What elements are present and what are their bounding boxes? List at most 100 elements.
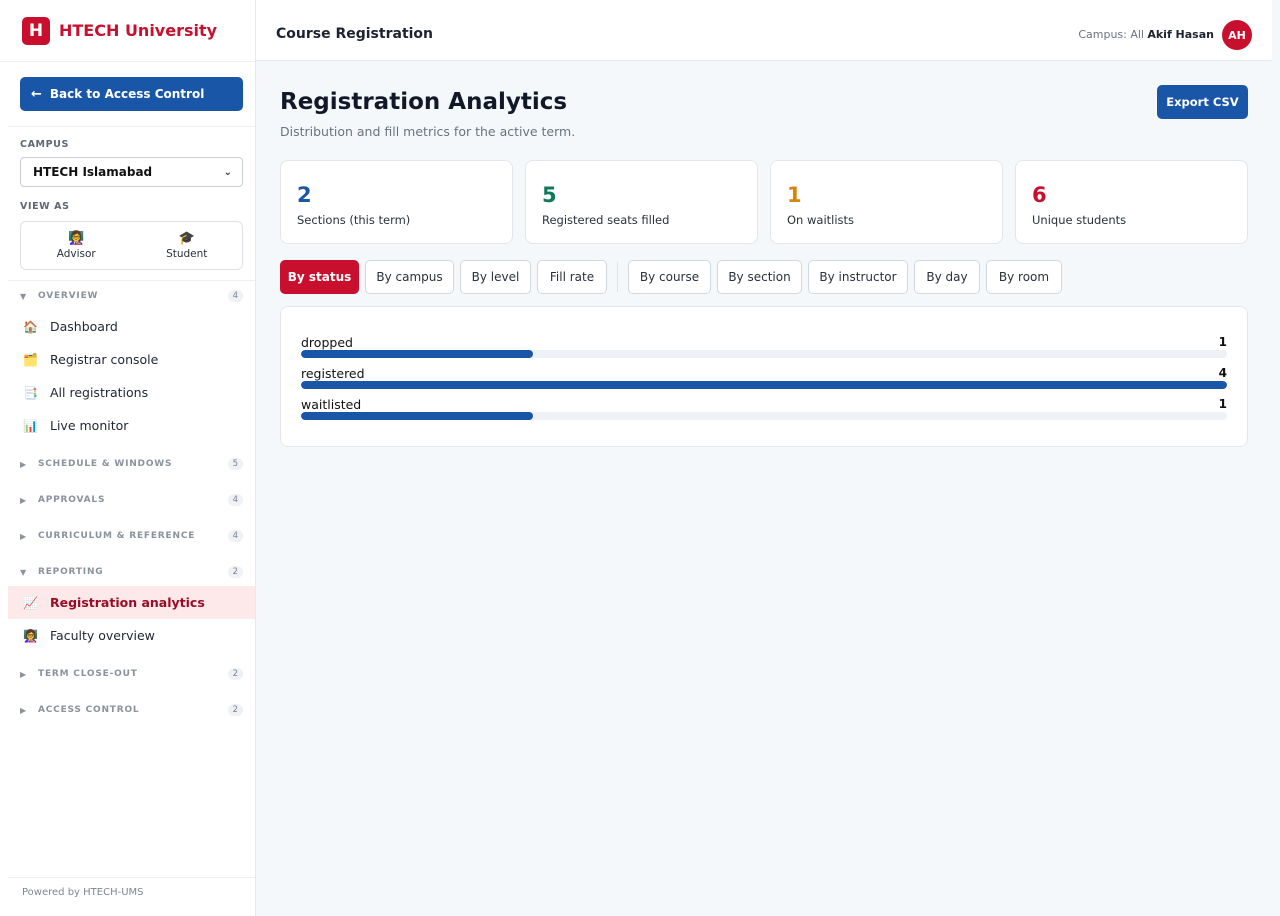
sidebar-item-registration-analytics[interactable]: 📈 Registration analytics xyxy=(8,586,255,619)
bar-row: dropped 1 xyxy=(301,335,1227,361)
nav-group-access-control[interactable]: ▶ ACCESS CONTROL 2 xyxy=(20,702,243,718)
document-icon: 📑 xyxy=(23,385,38,400)
campus-select[interactable]: HTECH Islamabad ⌄ xyxy=(20,157,243,187)
back-to-access-control-button[interactable]: ← Back to Access Control xyxy=(20,77,243,111)
bar xyxy=(301,412,533,420)
tab-by-campus[interactable]: By campus xyxy=(365,260,454,294)
tab-fill-rate[interactable]: Fill rate xyxy=(537,260,607,294)
caret-right-icon: ▶ xyxy=(20,459,27,469)
sidebar-item-label: Faculty overview xyxy=(50,628,155,643)
tab-by-instructor[interactable]: By instructor xyxy=(808,260,908,294)
divider xyxy=(8,877,255,878)
sidebar-item-all-registrations[interactable]: 📑 All registrations xyxy=(8,376,255,409)
bar-row: waitlisted 1 xyxy=(301,397,1227,423)
sidebar: H HTECH University ← Back to Access Cont… xyxy=(0,0,256,916)
app-title: Course Registration xyxy=(276,26,434,42)
sidebar-item-label: Registrar console xyxy=(50,352,159,367)
graduation-cap-icon: 🎓 xyxy=(178,231,195,246)
arrow-left-icon: ← xyxy=(31,86,42,102)
nav-group-label: SCHEDULE & WINDOWS xyxy=(38,459,173,469)
tab-divider xyxy=(617,262,618,292)
bar xyxy=(301,350,533,358)
status-distribution-chart: dropped 1 registered 4 waitlisted 1 xyxy=(280,306,1248,447)
nav-group-overview[interactable]: ▼ OVERVIEW 4 xyxy=(20,288,243,304)
sidebar-item-label: Live monitor xyxy=(50,418,129,433)
bar-value: 1 xyxy=(1218,397,1227,411)
nav-group-count: 5 xyxy=(227,458,243,470)
powered-by: Powered by HTECH-UMS xyxy=(22,887,144,898)
divider xyxy=(8,280,255,281)
sidebar-item-label: Dashboard xyxy=(50,319,118,334)
view-as-student-label: Student xyxy=(166,248,208,260)
tab-by-course[interactable]: By course xyxy=(628,260,711,294)
teacher-icon: 👩‍🏫 xyxy=(23,628,38,643)
user-name[interactable]: Akif Hasan xyxy=(1147,28,1214,41)
topbar: Course Registration Campus: All Akif Has… xyxy=(256,0,1272,61)
bar-row: registered 4 xyxy=(301,366,1227,392)
export-csv-button[interactable]: Export CSV xyxy=(1157,85,1248,119)
stat-card-waitlists: 1 On waitlists xyxy=(770,160,1003,244)
nav-group-reporting[interactable]: ▼ REPORTING 2 xyxy=(20,564,243,580)
tab-by-level[interactable]: By level xyxy=(460,260,531,294)
nav-group-count: 4 xyxy=(227,290,243,302)
bar-label: waitlisted xyxy=(301,397,362,412)
stat-label: Unique students xyxy=(1032,213,1127,227)
tab-by-room[interactable]: By room xyxy=(986,260,1062,294)
bar-value: 4 xyxy=(1218,366,1227,380)
campus-indicator: Campus: All xyxy=(1078,28,1144,41)
nav-group-label: REPORTING xyxy=(38,567,104,577)
stat-label: Sections (this term) xyxy=(297,213,411,227)
bar-track xyxy=(301,412,1227,420)
page-subtitle: Distribution and fill metrics for the ac… xyxy=(280,124,576,139)
caret-down-icon: ▼ xyxy=(20,567,27,577)
nav-group-curriculum-reference[interactable]: ▶ CURRICULUM & REFERENCE 4 xyxy=(20,528,243,544)
caret-right-icon: ▶ xyxy=(20,705,27,715)
bar-label: dropped xyxy=(301,335,353,350)
view-as-student[interactable]: 🎓 Student xyxy=(132,222,243,269)
bar-value: 1 xyxy=(1218,335,1227,349)
nav-group-label: CURRICULUM & REFERENCE xyxy=(38,531,196,541)
chevron-down-icon: ⌄ xyxy=(223,166,232,178)
nav-group-schedule-windows[interactable]: ▶ SCHEDULE & WINDOWS 5 xyxy=(20,456,243,472)
caret-right-icon: ▶ xyxy=(20,495,27,505)
nav-group-count: 4 xyxy=(227,494,243,506)
sidebar-item-label: All registrations xyxy=(50,385,149,400)
bar xyxy=(301,381,1227,389)
caret-right-icon: ▶ xyxy=(20,669,27,679)
stat-value: 2 xyxy=(297,183,312,207)
nav-group-count: 2 xyxy=(227,566,243,578)
nav-group-count: 2 xyxy=(227,668,243,680)
nav-group-label: ACCESS CONTROL xyxy=(38,705,140,715)
campus-label: CAMPUS xyxy=(20,139,69,150)
sidebar-item-live-monitor[interactable]: 📊 Live monitor xyxy=(8,409,255,442)
house-icon: 🏠 xyxy=(23,319,38,334)
sidebar-item-dashboard[interactable]: 🏠 Dashboard xyxy=(8,310,255,343)
brand-logo-icon: H xyxy=(22,16,50,45)
bar-chart-icon: 📊 xyxy=(23,418,38,433)
stat-value: 1 xyxy=(787,183,802,207)
stat-value: 5 xyxy=(542,183,557,207)
stat-label: Registered seats filled xyxy=(542,213,670,227)
brand[interactable]: H HTECH University xyxy=(0,0,255,62)
stat-card-seats-filled: 5 Registered seats filled xyxy=(525,160,758,244)
folder-icon: 🗂️ xyxy=(23,352,38,367)
nav-group-term-close-out[interactable]: ▶ TERM CLOSE-OUT 2 xyxy=(20,666,243,682)
caret-down-icon: ▼ xyxy=(20,291,27,301)
tab-by-section[interactable]: By section xyxy=(717,260,802,294)
advisor-icon: 👩‍🏫 xyxy=(68,231,85,246)
back-button-label: Back to Access Control xyxy=(49,87,205,101)
sidebar-item-label: Registration analytics xyxy=(50,595,205,610)
brand-name: HTECH University xyxy=(59,21,218,40)
stat-card-sections: 2 Sections (this term) xyxy=(280,160,513,244)
view-as-advisor-label: Advisor xyxy=(56,248,96,260)
sidebar-item-faculty-overview[interactable]: 👩‍🏫 Faculty overview xyxy=(8,619,255,652)
avatar[interactable]: AH xyxy=(1222,20,1252,50)
page-title: Registration Analytics xyxy=(280,89,568,115)
tab-by-day[interactable]: By day xyxy=(914,260,980,294)
view-as-advisor[interactable]: 👩‍🏫 Advisor xyxy=(21,222,132,269)
bar-label: registered xyxy=(301,366,365,381)
bar-track xyxy=(301,350,1227,358)
sidebar-item-registrar-console[interactable]: 🗂️ Registrar console xyxy=(8,343,255,376)
nav-group-approvals[interactable]: ▶ APPROVALS 4 xyxy=(20,492,243,508)
tab-by-status[interactable]: By status xyxy=(280,260,359,294)
